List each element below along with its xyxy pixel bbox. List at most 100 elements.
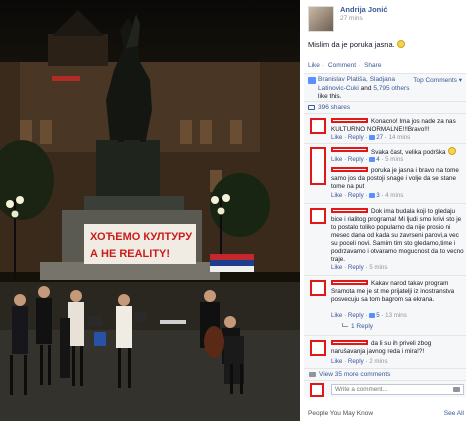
comment-like-button[interactable]: Like: [331, 264, 342, 271]
dome: [52, 10, 104, 36]
comment-like-button[interactable]: Like: [331, 134, 342, 141]
post-text-body: Mislim da je poruka jasna.: [308, 40, 395, 49]
comment-meta: Like · Reply · 3 · 4 mins: [331, 192, 404, 199]
comment-text: poruka je jasna i bravo na tome samo jos…: [331, 167, 464, 191]
comment-text: Dok ima budala koji to gledaju bice i ri…: [331, 208, 464, 264]
comment-meta: Like · Reply · 27 · 14 mins: [331, 134, 411, 141]
like-button[interactable]: Like: [308, 62, 320, 69]
comment: Dok ima budala koji to gledaju bice i ri…: [304, 203, 466, 273]
comment-input[interactable]: [331, 384, 464, 395]
comment-avatar-redacted[interactable]: [310, 208, 326, 224]
smiley-icon: [447, 147, 456, 155]
reply-arrow-icon: [342, 323, 348, 327]
pedestal-steps: [40, 262, 220, 280]
people-you-may-know-heading: People You May Know: [308, 410, 374, 417]
comment-text: Konacno! Ima jos nade za nas KULTURNO NO…: [331, 118, 464, 134]
likes-others-link[interactable]: 5,795 others: [373, 85, 409, 92]
comment-like-count[interactable]: 4: [376, 156, 379, 163]
likes-and: and: [360, 84, 372, 92]
pedestal-mid: [84, 196, 184, 210]
equestrian-statue: [106, 14, 152, 142]
building-sign: [52, 76, 80, 81]
viewer-avatar-redacted: [310, 383, 324, 397]
view-more-comments[interactable]: View 35 more comments: [304, 368, 466, 380]
comment-button[interactable]: Comment: [328, 62, 356, 69]
comment-reply-button[interactable]: Reply: [348, 156, 364, 163]
thumbs-up-icon: [308, 77, 316, 84]
comment-avatar-redacted[interactable]: [310, 280, 326, 296]
thumbs-up-icon: [369, 313, 376, 318]
comment-like-button[interactable]: Like: [331, 312, 342, 319]
top-comments-label: Top Comments: [413, 77, 457, 84]
shares-row[interactable]: 396 shares: [304, 101, 466, 113]
pedestal-top: [96, 140, 160, 200]
smiley-icon: [396, 40, 405, 48]
likes-suffix: like this.: [318, 93, 342, 100]
comment-like-button[interactable]: Like: [331, 358, 342, 365]
comment: Kakav narod takav program Sramota me je …: [304, 275, 466, 321]
view-more-comments-label[interactable]: View 35 more comments: [319, 371, 390, 378]
comment-time[interactable]: 5 mins: [369, 264, 387, 271]
comment-text: Kakav narod takav program Sramota me je …: [331, 280, 464, 304]
comment-text-body: Dok ima budala koji to gledaju bice i ri…: [331, 208, 464, 263]
thumbs-up-icon: [369, 193, 376, 198]
banner-line-2: А НЕ REALITY!: [90, 248, 170, 260]
comment: Svaka čast, velika podrška Like · Reply …: [304, 143, 466, 185]
comment-text-body: Svaka čast, velika podrška: [371, 149, 446, 156]
comment-avatar-redacted[interactable]: [310, 340, 326, 356]
comment-meta: Like · Reply · 4 · 5 mins: [331, 156, 404, 163]
comment-meta: Like · Reply · 5 mins: [331, 264, 388, 271]
thumbs-up-icon: [369, 157, 376, 162]
comment-like-count[interactable]: 27: [376, 134, 383, 141]
comment: da li su ih priveli zbog narušavanja jav…: [304, 335, 466, 369]
comment-bubble-icon: [309, 372, 316, 377]
comment-reply-button[interactable]: Reply: [348, 358, 364, 365]
separator: ·: [358, 62, 361, 69]
comment-text-body: Kakav narod takav program Sramota me je …: [331, 280, 455, 303]
comment-reply-button[interactable]: Reply: [348, 264, 364, 271]
comment-like-button[interactable]: Like: [331, 192, 342, 199]
write-comment-box: [304, 380, 466, 397]
comment-time[interactable]: 13 mins: [385, 312, 407, 319]
post-actions: Like · Comment · Share: [308, 62, 383, 69]
replies-link[interactable]: 1 Reply: [342, 323, 373, 330]
comments-list: Konacno! Ima jos nade za nas KULTURNO NO…: [304, 113, 466, 370]
separator: ·: [321, 62, 325, 69]
dome-base: [48, 34, 108, 66]
post-photo[interactable]: ХОЋЕМО КУЛТУРУ А НЕ REALITY!: [0, 0, 300, 421]
post-panel: Andrija Jonić 27 mins Mislim da je poruk…: [300, 0, 468, 421]
shares-count[interactable]: 396 shares: [318, 104, 350, 111]
author-name[interactable]: Andrija Jonić: [340, 5, 388, 14]
comment-reply-button[interactable]: Reply: [348, 192, 364, 199]
share-button[interactable]: Share: [364, 62, 381, 69]
comment-text-body: da li su ih priveli zbog narušavanja jav…: [331, 340, 432, 355]
share-icon: [308, 105, 315, 110]
post-text: Mislim da je poruka jasna.: [308, 40, 405, 49]
comment-reply-button[interactable]: Reply: [348, 312, 364, 319]
post-time[interactable]: 27 mins: [340, 15, 363, 22]
replies-count[interactable]: 1 Reply: [351, 323, 373, 330]
likes-summary: Branislav Platiša, Sladjana Latinovic-Cu…: [304, 73, 466, 101]
comment-time[interactable]: 4 mins: [385, 192, 403, 199]
likes-text: Branislav Platiša, Sladjana Latinovic-Cu…: [318, 76, 414, 102]
comment-time[interactable]: 5 mins: [385, 156, 403, 163]
flag: [210, 254, 254, 272]
comment-avatar-redacted[interactable]: [310, 118, 326, 134]
comment-time[interactable]: 2 mins: [369, 358, 387, 365]
comment-time[interactable]: 14 mins: [389, 134, 411, 141]
comment-text-body: Konacno! Ima jos nade za nas KULTURNO NO…: [331, 118, 456, 133]
thumbs-up-icon: [369, 135, 376, 140]
comment: poruka je jasna i bravo na tome samo jos…: [304, 165, 466, 203]
camera-icon[interactable]: [453, 387, 460, 392]
comment-text: da li su ih priveli zbog narušavanja jav…: [331, 340, 464, 356]
comment-reply-button[interactable]: Reply: [348, 134, 364, 141]
blue-bag: [94, 332, 106, 346]
comment-text-body: poruka je jasna i bravo na tome samo jos…: [331, 167, 459, 190]
comment-like-count[interactable]: 3: [376, 192, 379, 199]
author-avatar[interactable]: [308, 6, 334, 32]
comment-like-count[interactable]: 5: [376, 312, 379, 319]
comment-meta: Like · Reply · 2 mins: [331, 358, 388, 365]
see-all-link[interactable]: See All: [444, 410, 464, 417]
top-comments-dropdown[interactable]: Top Comments ▾: [413, 76, 462, 84]
comment-like-button[interactable]: Like: [331, 156, 342, 163]
